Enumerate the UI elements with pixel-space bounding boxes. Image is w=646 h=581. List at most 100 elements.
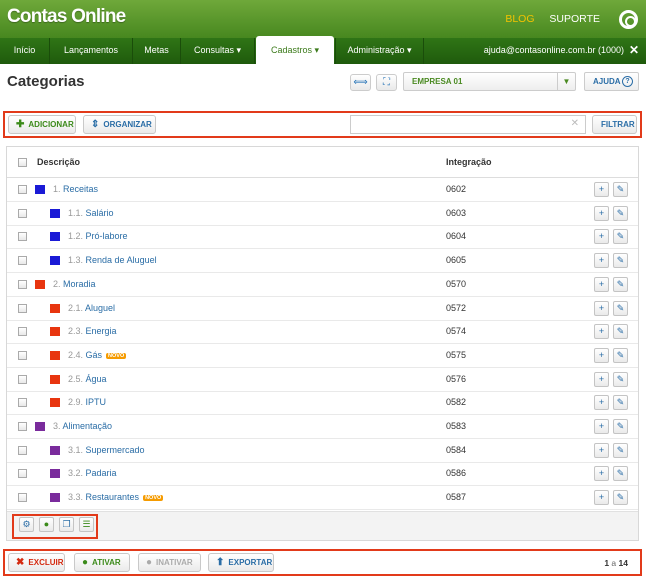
copy-icon[interactable]: ❐: [59, 517, 74, 532]
add-subcategory-icon[interactable]: +: [594, 419, 609, 434]
row-checkbox[interactable]: [18, 398, 27, 408]
category-label[interactable]: 1. Receitas: [53, 184, 98, 194]
edit-icon[interactable]: ✎: [613, 490, 628, 506]
row-checkbox[interactable]: [18, 327, 27, 337]
close-icon[interactable]: ✕: [629, 38, 639, 63]
tab-inicio[interactable]: Início: [0, 38, 50, 64]
add-subcategory-icon[interactable]: +: [594, 395, 609, 411]
add-subcategory-icon[interactable]: +: [594, 300, 609, 316]
row-checkbox[interactable]: [18, 469, 27, 479]
category-label[interactable]: 2.1. Aluguel: [68, 303, 115, 313]
user-email[interactable]: ajuda@contasonline.com.br (1000): [484, 38, 624, 63]
table-row[interactable]: 3.2. Padaria 0586 + ✎: [7, 462, 638, 487]
delete-button[interactable]: ✖ EXCLUIR: [8, 553, 65, 572]
blog-link[interactable]: BLOG: [505, 13, 534, 25]
tab-lancamentos[interactable]: Lançamentos: [50, 38, 133, 64]
row-checkbox[interactable]: [18, 350, 27, 360]
category-label[interactable]: 2.3. Energia: [68, 326, 117, 336]
inactivate-button[interactable]: ● INATIVAR: [138, 553, 201, 572]
list-icon[interactable]: ☰: [79, 517, 94, 532]
organize-button[interactable]: ⇕ ORGANIZAR: [83, 115, 156, 134]
clear-icon[interactable]: ✕: [571, 118, 579, 129]
add-subcategory-icon[interactable]: +: [594, 490, 609, 506]
add-subcategory-icon[interactable]: +: [594, 466, 609, 482]
table-row[interactable]: 3.3. Restaurantes NOVO 0587 + ✎: [7, 486, 638, 511]
company-select[interactable]: EMPRESA 01 ▼: [403, 72, 576, 91]
export-button[interactable]: ⬆ EXPORTAR: [208, 553, 274, 572]
category-label[interactable]: 3.1. Supermercado: [68, 445, 145, 455]
support-link[interactable]: SUPORTE: [549, 13, 600, 25]
edit-icon[interactable]: ✎: [613, 300, 628, 316]
category-label[interactable]: 1.3. Renda de Aluguel: [68, 255, 157, 265]
edit-icon[interactable]: ✎: [613, 229, 628, 245]
fullscreen-icon[interactable]: ⛶: [376, 74, 397, 91]
add-subcategory-icon[interactable]: +: [594, 253, 609, 269]
category-label[interactable]: 1.1. Salário: [68, 208, 114, 218]
table-row[interactable]: 3.1. Supermercado 0584 + ✎: [7, 439, 638, 463]
add-subcategory-icon[interactable]: +: [594, 371, 609, 387]
edit-icon[interactable]: ✎: [613, 205, 628, 221]
edit-icon[interactable]: ✎: [613, 371, 628, 387]
circle-icon[interactable]: ●: [39, 517, 54, 532]
activate-button[interactable]: ● ATIVAR: [74, 553, 130, 572]
select-all-checkbox[interactable]: [18, 158, 27, 167]
row-checkbox[interactable]: [18, 374, 27, 384]
table-row[interactable]: 1.1. Salário 0603 + ✎: [7, 202, 638, 226]
tab-consultas[interactable]: Consultas ▾: [181, 38, 255, 64]
table-row[interactable]: 2.4. Gás NOVO 0575 + ✎: [7, 344, 638, 368]
add-subcategory-icon[interactable]: +: [594, 182, 609, 197]
category-label[interactable]: 2.4. Gás NOVO: [68, 350, 127, 360]
table-row[interactable]: 2. Moradia 0570 + ✎: [7, 273, 638, 297]
edit-icon[interactable]: ✎: [613, 466, 628, 482]
add-subcategory-icon[interactable]: +: [594, 442, 609, 458]
help-button[interactable]: AJUDA ?: [584, 72, 639, 91]
edit-icon[interactable]: ✎: [613, 419, 628, 434]
edit-icon[interactable]: ✎: [613, 442, 628, 458]
category-label[interactable]: 3. Alimentação: [53, 421, 112, 431]
edit-icon[interactable]: ✎: [613, 347, 628, 363]
table-row[interactable]: 2.5. Água 0576 + ✎: [7, 368, 638, 392]
add-subcategory-icon[interactable]: +: [594, 276, 609, 292]
expand-icon[interactable]: ⟺: [350, 74, 371, 91]
row-checkbox[interactable]: [18, 256, 27, 266]
gear-icon[interactable]: ⚙: [19, 517, 34, 532]
row-checkbox[interactable]: [18, 279, 27, 289]
add-subcategory-icon[interactable]: +: [594, 347, 609, 363]
tab-cadastros[interactable]: Cadastros ▾: [256, 36, 334, 65]
table-row[interactable]: 2.1. Aluguel 0572 + ✎: [7, 297, 638, 321]
category-label[interactable]: 1.2. Pró-labore: [68, 231, 128, 241]
table-row[interactable]: 1.2. Pró-labore 0604 + ✎: [7, 225, 638, 250]
add-subcategory-icon[interactable]: +: [594, 229, 609, 245]
edit-icon[interactable]: ✎: [613, 253, 628, 269]
edit-icon[interactable]: ✎: [613, 395, 628, 411]
add-button[interactable]: ✚ ADICIONAR: [8, 115, 76, 134]
category-label[interactable]: 2. Moradia: [53, 279, 96, 289]
table-row[interactable]: 1. Receitas 0602 + ✎: [7, 178, 638, 202]
row-checkbox[interactable]: [18, 232, 27, 242]
row-checkbox[interactable]: [18, 493, 27, 503]
row-checkbox[interactable]: [18, 185, 27, 194]
edit-icon[interactable]: ✎: [613, 182, 628, 197]
category-label[interactable]: 2.9. IPTU: [68, 397, 106, 407]
add-subcategory-icon[interactable]: +: [594, 324, 609, 340]
category-label[interactable]: 3.2. Padaria: [68, 468, 117, 478]
logo[interactable]: Contas Online: [7, 6, 126, 28]
row-checkbox[interactable]: [18, 445, 27, 455]
row-checkbox[interactable]: [18, 303, 27, 313]
delete-button-label: EXCLUIR: [28, 558, 64, 567]
table-row[interactable]: 2.3. Energia 0574 + ✎: [7, 320, 638, 345]
category-label[interactable]: 2.5. Água: [68, 374, 107, 384]
row-checkbox[interactable]: [18, 422, 27, 431]
add-subcategory-icon[interactable]: +: [594, 205, 609, 221]
tab-administracao[interactable]: Administração ▾: [335, 38, 424, 64]
category-label[interactable]: 3.3. Restaurantes NOVO: [68, 492, 164, 502]
filter-button[interactable]: FILTRAR: [592, 115, 637, 134]
tab-metas[interactable]: Metas: [133, 38, 181, 64]
table-row[interactable]: 3. Alimentação 0583 + ✎: [7, 415, 638, 439]
search-input[interactable]: ✕: [350, 115, 586, 134]
edit-icon[interactable]: ✎: [613, 324, 628, 340]
edit-icon[interactable]: ✎: [613, 276, 628, 292]
table-row[interactable]: 2.9. IPTU 0582 + ✎: [7, 391, 638, 416]
row-checkbox[interactable]: [18, 208, 27, 218]
table-row[interactable]: 1.3. Renda de Aluguel 0605 + ✎: [7, 249, 638, 274]
